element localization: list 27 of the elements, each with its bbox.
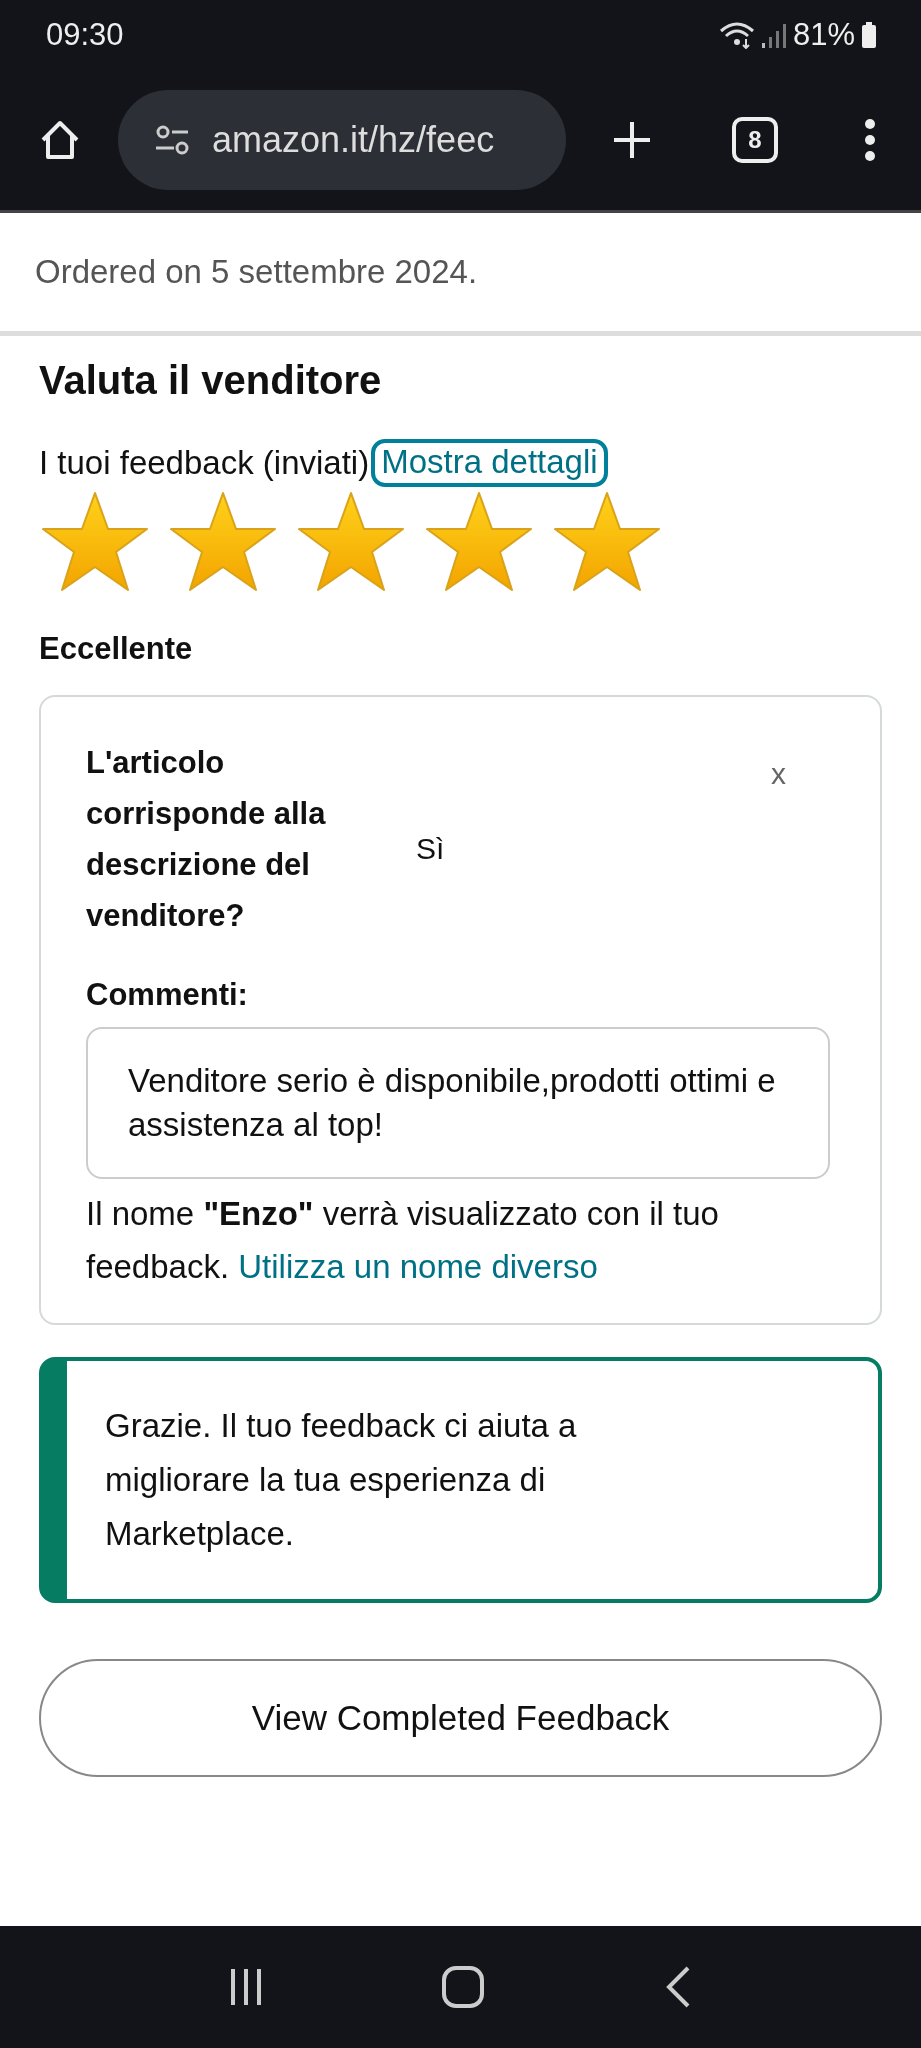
comment-field[interactable]: Venditore serio è disponibile,prodotti ottimi e assistenza al top!: [86, 1027, 830, 1179]
view-completed-feedback-button[interactable]: View Completed Feedback: [39, 1659, 882, 1777]
signal-icon: [760, 21, 787, 49]
success-message: Grazie. Il tuo feedback ci aiuta a migliorare la tua esperienza di Marketplace.: [105, 1406, 578, 1554]
close-button[interactable]: x: [771, 757, 786, 791]
feedback-label: I tuoi feedback (inviati): [39, 444, 370, 482]
comments-label: Commenti:: [86, 977, 249, 1013]
answer-text: Sì: [416, 832, 446, 866]
section-title: Valuta il venditore: [39, 358, 383, 403]
rating-label: Eccellente: [39, 631, 194, 667]
home-icon: [441, 1965, 486, 2009]
address-bar[interactable]: amazon.it/hz/feec: [118, 90, 566, 190]
question-text: L'articolo corrisponde alla descrizione del venditore?: [86, 744, 327, 935]
recent-apps-button[interactable]: [229, 1967, 264, 2007]
menu-button[interactable]: [863, 118, 877, 162]
change-name-link[interactable]: Utilizza un nome diverso: [238, 1248, 598, 1285]
wifi-icon: [718, 21, 755, 49]
menu-icon: [863, 118, 877, 162]
order-date: Ordered on 5 settembre 2024.: [35, 253, 478, 291]
home-nav-button[interactable]: [441, 1965, 486, 2009]
battery-icon: [861, 21, 877, 49]
tab-switcher-button[interactable]: 8: [732, 117, 778, 163]
battery-percentage: 81%: [792, 17, 855, 53]
details-link[interactable]: Mostra dettagli: [371, 439, 608, 487]
name-notice: Il nome "Enzo" verrà visualizzato con il tuo feedback. Utilizza un nome diverso: [86, 1194, 720, 1287]
recents-icon: [229, 1967, 264, 2007]
clock-time: 09:30: [46, 17, 124, 53]
